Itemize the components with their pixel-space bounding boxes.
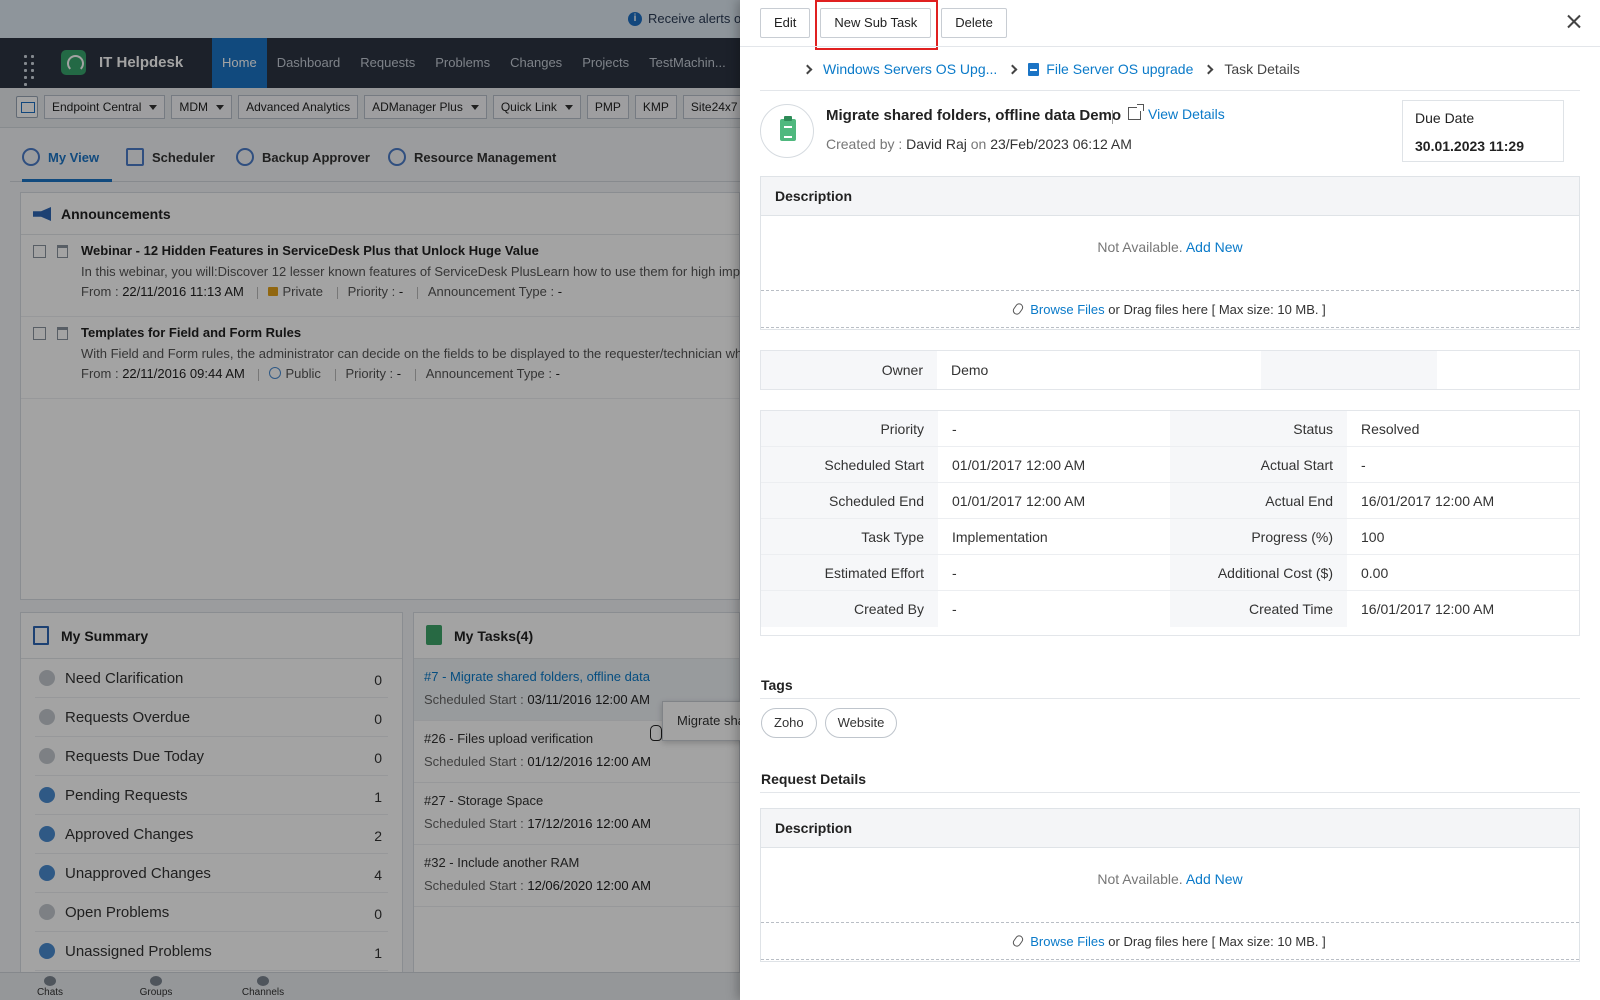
due-date-box: Due Date 30.01.2023 11:29	[1402, 100, 1564, 162]
panel-actions: Edit New Sub Task Delete	[760, 8, 1007, 38]
external-link-icon	[1128, 103, 1144, 120]
delete-button[interactable]: Delete	[941, 8, 1007, 38]
clipboard-icon	[780, 116, 796, 141]
request-browse-files-link[interactable]: Browse Files	[1030, 934, 1104, 949]
browse-files-link[interactable]: Browse Files	[1030, 302, 1104, 317]
description-empty: Not Available. Add New	[1097, 239, 1243, 255]
due-date-label: Due Date	[1415, 110, 1475, 126]
tags-title: Tags	[761, 677, 793, 693]
task-details-panel: Edit New Sub Task Delete Windows Servers…	[740, 0, 1600, 1000]
chevron-right-icon	[1007, 64, 1018, 74]
property-row: Priority - Status Resolved	[761, 411, 1579, 447]
owner-label: Owner	[761, 351, 937, 389]
breadcrumb: Windows Servers OS Upg... File Server OS…	[800, 58, 1300, 80]
file-icon	[1028, 62, 1040, 76]
chevron-right-icon	[1203, 64, 1214, 74]
divider	[740, 46, 1600, 47]
request-description-empty: Not Available. Add New	[1097, 871, 1243, 887]
property-row: Task Type Implementation Progress (%) 100	[761, 519, 1579, 555]
description-header: Description	[761, 177, 1579, 216]
tag-zoho[interactable]: Zoho	[761, 708, 817, 738]
edit-button[interactable]: Edit	[760, 8, 811, 38]
divider	[760, 698, 1580, 699]
created-by-value: -	[952, 601, 957, 617]
property-row: Created By - Created Time 16/01/2017 12:00…	[761, 591, 1579, 627]
created-time-value: 16/01/2017 12:00 AM	[1361, 601, 1495, 617]
request-file-drop-zone[interactable]: Browse Files or Drag files here [ Max si…	[761, 922, 1579, 960]
owner-row: Owner Demo	[760, 350, 1580, 390]
background-app: i Receive alerts o IT Helpdesk Home Dash…	[0, 0, 740, 1000]
paperclip-icon	[1011, 301, 1025, 317]
task-properties: Priority - Status Resolved Scheduled Start…	[760, 410, 1580, 636]
task-type-value[interactable]: Implementation	[938, 519, 1170, 554]
due-date-value: 30.01.2023 11:29	[1415, 138, 1524, 154]
chevron-right-icon	[802, 64, 813, 74]
additional-cost-value[interactable]: 0.00	[1347, 555, 1579, 590]
divider	[760, 792, 1580, 793]
owner-value[interactable]: Demo	[937, 351, 1261, 389]
task-name: Migrate shared folders, offline data Dem…	[826, 107, 1122, 124]
file-drop-zone[interactable]: Browse Files or Drag files here [ Max si…	[761, 290, 1579, 328]
request-description-section: Description Not Available. Add New Brows…	[760, 808, 1580, 962]
tag-website[interactable]: Website	[824, 708, 898, 738]
tags-list: Zoho Website	[761, 708, 898, 738]
modal-backdrop[interactable]	[0, 0, 740, 1000]
add-description-link[interactable]: Add New	[1186, 239, 1243, 255]
property-row: Scheduled Start 01/01/2017 12:00 AM Actua…	[761, 447, 1579, 483]
request-details-title: Request Details	[761, 771, 867, 787]
progress-value[interactable]: 100	[1347, 519, 1579, 554]
breadcrumb-current: Task Details	[1224, 61, 1300, 77]
view-details-link[interactable]: View Details	[1128, 103, 1225, 122]
scheduled-start-value[interactable]: 01/01/2017 12:00 AM	[938, 447, 1170, 482]
close-icon[interactable]	[1564, 12, 1584, 32]
new-sub-task-button[interactable]: New Sub Task	[820, 8, 932, 38]
task-avatar	[760, 104, 814, 158]
description-section: Description Not Available. Add New Brows…	[760, 176, 1580, 330]
add-request-description-link[interactable]: Add New	[1186, 871, 1243, 887]
actual-start-value[interactable]: -	[1347, 447, 1579, 482]
divider	[1112, 110, 1113, 124]
breadcrumb-milestone[interactable]: File Server OS upgrade	[1046, 61, 1193, 77]
divider	[760, 90, 1580, 91]
priority-value[interactable]: -	[938, 411, 1170, 446]
request-description-header: Description	[761, 809, 1579, 848]
estimated-effort-value[interactable]: -	[938, 555, 1170, 590]
task-header: Migrate shared folders, offline data Dem…	[760, 100, 1580, 164]
scheduled-end-value[interactable]: 01/01/2017 12:00 AM	[938, 483, 1170, 518]
breadcrumb-project[interactable]: Windows Servers OS Upg...	[823, 61, 997, 77]
property-row: Scheduled End 01/01/2017 12:00 AM Actual …	[761, 483, 1579, 519]
status-value[interactable]: Resolved	[1347, 411, 1579, 446]
actual-end-value[interactable]: 16/01/2017 12:00 AM	[1347, 483, 1579, 518]
property-row: Estimated Effort - Additional Cost ($) 0.0…	[761, 555, 1579, 591]
paperclip-icon	[1011, 933, 1025, 949]
created-by-line: Created by : David Raj on 23/Feb/2023 06…	[826, 136, 1132, 152]
